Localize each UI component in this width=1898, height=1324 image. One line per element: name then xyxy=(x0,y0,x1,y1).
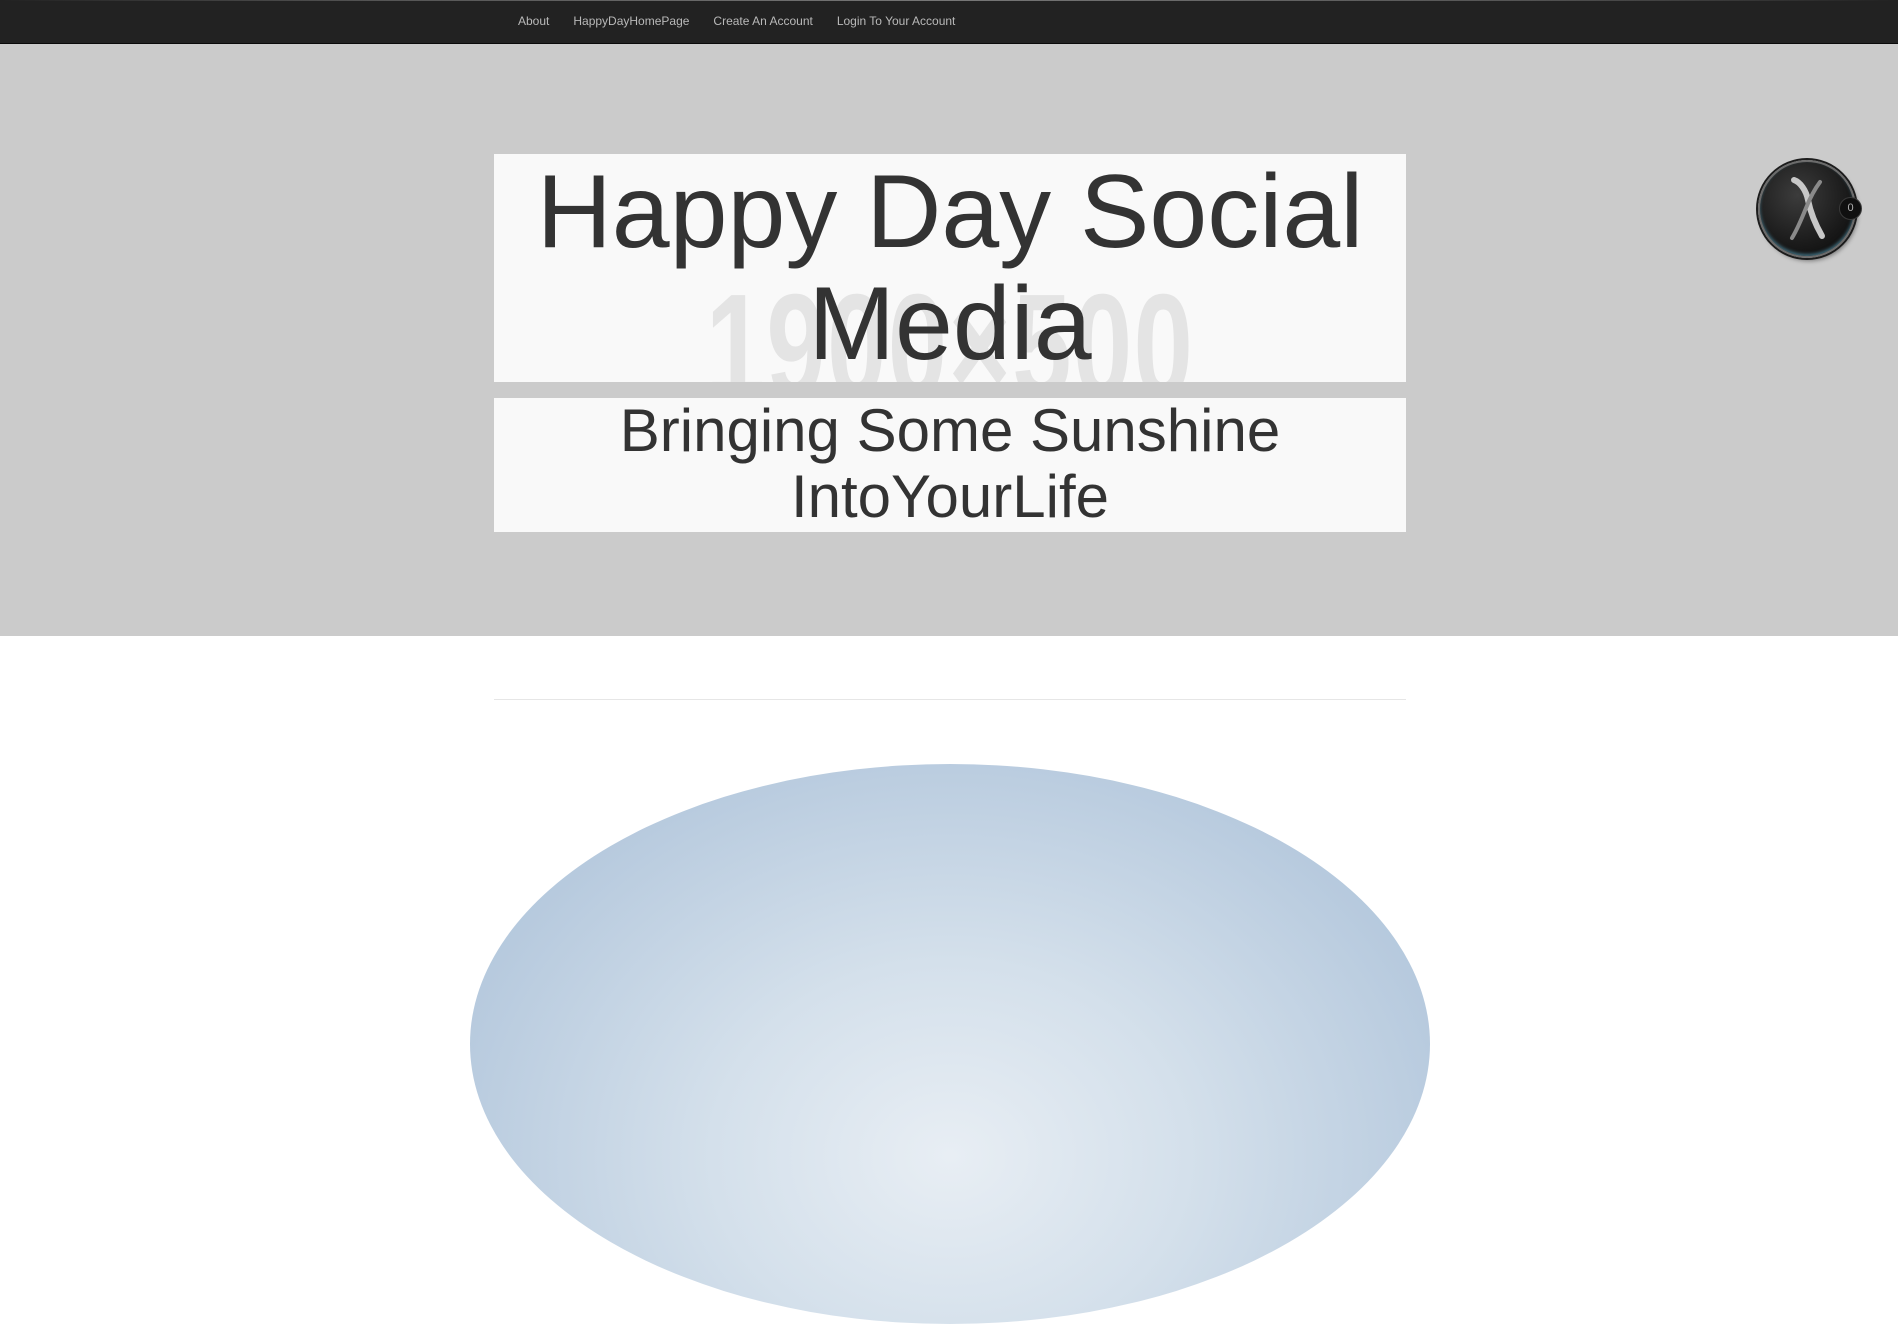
main-menu: About HappyDayHomePage Create An Account… xyxy=(506,0,967,43)
menu-item-happydayhomepage[interactable]: HappyDayHomePage xyxy=(561,0,701,43)
site-tagline: Bringing Some Sunshine IntoYourLife xyxy=(619,397,1281,530)
content-divider xyxy=(494,699,1406,700)
site-tagline-box: Bringing Some Sunshine IntoYourLife xyxy=(494,398,1406,532)
menu-item-create-account[interactable]: Create An Account xyxy=(701,0,824,43)
widget-count-badge[interactable]: 0 xyxy=(1839,197,1862,220)
site-title[interactable]: Happy Day Social Media xyxy=(494,156,1406,380)
site-title-box: 1900×500 Happy Day Social Media xyxy=(494,154,1406,382)
menu-item-login[interactable]: Login To Your Account xyxy=(825,0,968,43)
top-navigation-bar: About HappyDayHomePage Create An Account… xyxy=(0,0,1898,44)
header-hero: 1900×500 Happy Day Social Media Bringing… xyxy=(0,44,1898,636)
x-logo-icon xyxy=(1790,177,1825,240)
menu-item-about[interactable]: About xyxy=(506,0,561,43)
globe-image xyxy=(470,764,1430,1324)
